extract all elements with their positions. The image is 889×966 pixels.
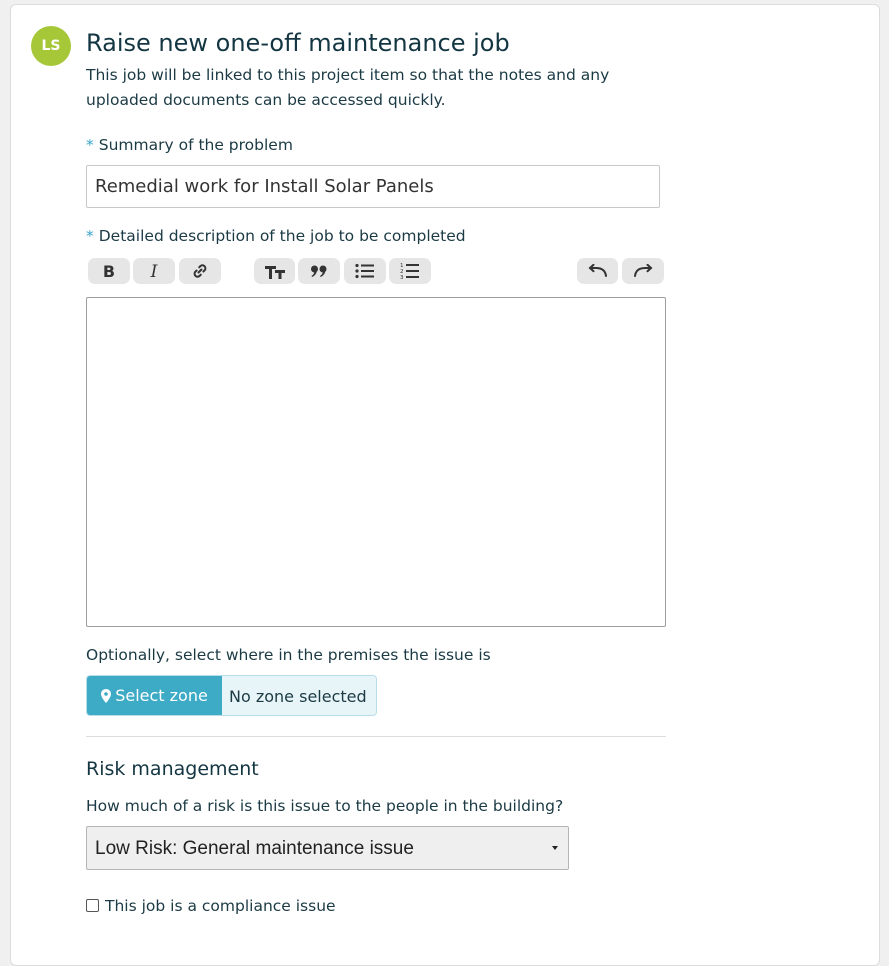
- bullet-list-icon: [355, 263, 374, 279]
- numbered-list-button[interactable]: 1 2 3: [389, 258, 431, 284]
- intro-text: This job will be linked to this project …: [86, 66, 610, 109]
- description-editor[interactable]: [86, 297, 666, 627]
- summary-label-text: Summary of the problem: [98, 136, 293, 154]
- svg-text:I: I: [150, 263, 158, 279]
- italic-icon: I: [150, 263, 158, 279]
- required-marker: *: [86, 136, 94, 154]
- quote-button[interactable]: [298, 258, 340, 284]
- bold-button[interactable]: B: [88, 258, 130, 284]
- risk-heading: Risk management: [86, 758, 259, 780]
- editor-toolbar: B I 1 2 3: [0, 258, 889, 285]
- svg-text:3: 3: [400, 275, 404, 280]
- zone-status: No zone selected: [229, 687, 367, 706]
- risk-level-value: Low Risk: General maintenance issue: [95, 838, 414, 859]
- summary-input[interactable]: [86, 165, 660, 208]
- select-zone-button[interactable]: Select zone: [87, 676, 222, 715]
- risk-level-select[interactable]: Low Risk: General maintenance issue: [86, 826, 569, 870]
- link-button[interactable]: [179, 258, 221, 284]
- required-marker: *: [86, 227, 94, 245]
- undo-icon: [588, 264, 607, 277]
- bold-icon: B: [103, 263, 115, 279]
- section-divider: [86, 736, 666, 737]
- page-title: Raise new one-off maintenance job: [86, 29, 510, 57]
- svg-text:B: B: [103, 263, 115, 279]
- link-icon: [193, 264, 207, 278]
- compliance-checkbox[interactable]: [86, 899, 99, 912]
- map-marker-icon: [101, 688, 112, 703]
- redo-button[interactable]: [622, 258, 664, 284]
- undo-button[interactable]: [577, 258, 618, 284]
- redo-icon: [634, 264, 653, 277]
- quote-icon: [311, 265, 327, 277]
- numbered-list-icon: 1 2 3: [400, 263, 419, 280]
- select-zone-label: Select zone: [115, 686, 208, 705]
- description-label-text: Detailed description of the job to be co…: [98, 227, 466, 245]
- risk-question: How much of a risk is this issue to the …: [86, 797, 564, 815]
- zone-selector: Select zone No zone selected: [86, 675, 377, 716]
- avatar: LS: [31, 26, 71, 66]
- heading-button[interactable]: [254, 258, 295, 284]
- zone-label: Optionally, select where in the premises…: [86, 646, 491, 664]
- chevron-down-icon: [552, 846, 558, 850]
- description-label: * Detailed description of the job to be c…: [86, 227, 466, 245]
- heading-icon: [264, 266, 285, 279]
- summary-label: * Summary of the problem: [86, 136, 293, 154]
- avatar-initials: LS: [41, 38, 61, 54]
- bullet-list-button[interactable]: [344, 258, 386, 284]
- compliance-label: This job is a compliance issue: [105, 897, 336, 915]
- italic-button[interactable]: I: [133, 258, 175, 284]
